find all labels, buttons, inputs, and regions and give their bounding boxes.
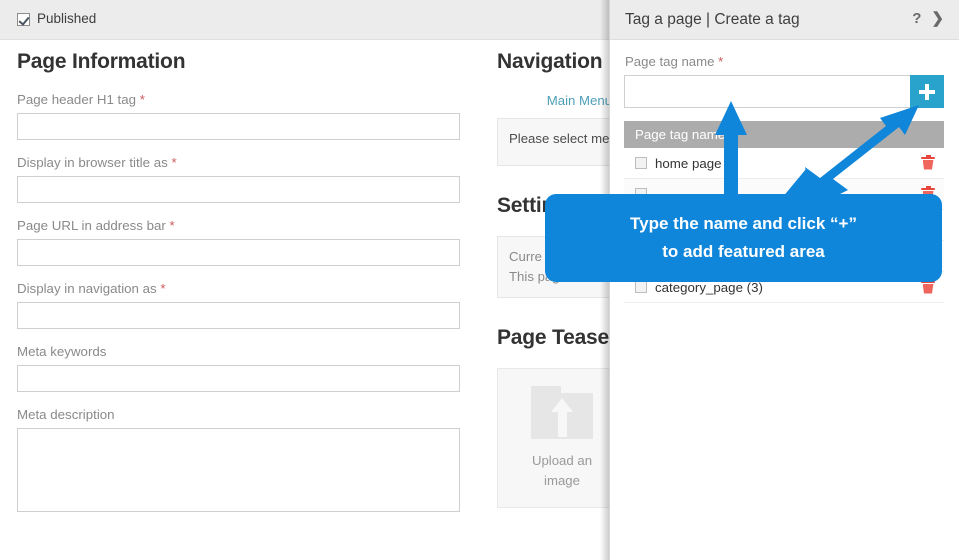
tag-name-input[interactable] [624, 75, 910, 108]
navigation-display-input[interactable] [17, 302, 460, 329]
tag-input-row [624, 75, 944, 108]
field-label: Page header H1 tag * [17, 92, 460, 108]
question-mark-icon[interactable]: ? [912, 10, 921, 28]
field-browser-title: Display in browser title as * [17, 155, 460, 203]
panel-header: Tag a page | Create a tag ? ❯ [610, 0, 959, 40]
chevron-right-icon[interactable]: ❯ [931, 10, 944, 28]
meta-keywords-input[interactable] [17, 365, 460, 392]
screenshot-root: Published Page Information Page header H… [0, 0, 959, 560]
required-marker: * [170, 218, 175, 233]
required-marker: * [718, 54, 723, 69]
table-row[interactable]: home page ( [624, 148, 944, 179]
callout-line-1: Type the name and click “+” [630, 210, 857, 238]
field-label-text: Display in navigation as [17, 281, 157, 296]
published-checkbox[interactable] [17, 13, 30, 26]
add-tag-button[interactable] [910, 75, 944, 108]
field-meta-keywords: Meta keywords [17, 344, 460, 392]
browser-title-input[interactable] [17, 176, 460, 203]
page-url-input[interactable] [17, 239, 460, 266]
panel-header-icons: ? ❯ [912, 10, 944, 28]
field-label: Display in browser title as * [17, 155, 460, 171]
tag-row-checkbox[interactable] [635, 157, 647, 169]
field-label-text: Page header H1 tag [17, 92, 136, 107]
panel-title: Tag a page | Create a tag [625, 11, 800, 29]
field-label: Display in navigation as * [17, 281, 460, 297]
published-checkbox-row[interactable]: Published [17, 12, 96, 26]
field-page-url: Page URL in address bar * [17, 218, 460, 266]
page-information-column: Page Information Page header H1 tag * Di… [17, 50, 460, 532]
field-meta-description: Meta description [17, 407, 460, 517]
trash-icon[interactable] [921, 156, 935, 171]
instruction-callout: Type the name and click “+” to add featu… [545, 194, 942, 282]
page-title: Page Information [17, 50, 460, 74]
tag-input-label: Page tag name * [625, 54, 944, 69]
page-header-h1-input[interactable] [17, 113, 460, 140]
field-label-text: Page URL in address bar [17, 218, 166, 233]
field-label-text: Display in browser title as [17, 155, 168, 170]
field-label: Page URL in address bar * [17, 218, 460, 234]
meta-description-textarea[interactable] [17, 428, 460, 512]
required-marker: * [160, 281, 165, 296]
field-page-header-h1: Page header H1 tag * [17, 92, 460, 140]
tag-row-label: home page ( [655, 156, 730, 171]
tag-input-label-text: Page tag name [625, 54, 714, 69]
tag-row-checkbox[interactable] [635, 281, 647, 293]
published-label: Published [37, 12, 96, 26]
tag-table-header-label: Page tag name [635, 127, 725, 142]
field-navigation-display: Display in navigation as * [17, 281, 460, 329]
callout-line-2: to add featured area [662, 238, 825, 266]
required-marker: * [171, 155, 176, 170]
required-marker: * [140, 92, 145, 107]
navigation-link-row: Main Menu [497, 92, 612, 110]
tag-table-header: Page tag name [624, 121, 944, 148]
field-label: Meta keywords [17, 344, 460, 360]
upload-folder-icon [531, 387, 593, 439]
field-label: Meta description [17, 407, 460, 423]
